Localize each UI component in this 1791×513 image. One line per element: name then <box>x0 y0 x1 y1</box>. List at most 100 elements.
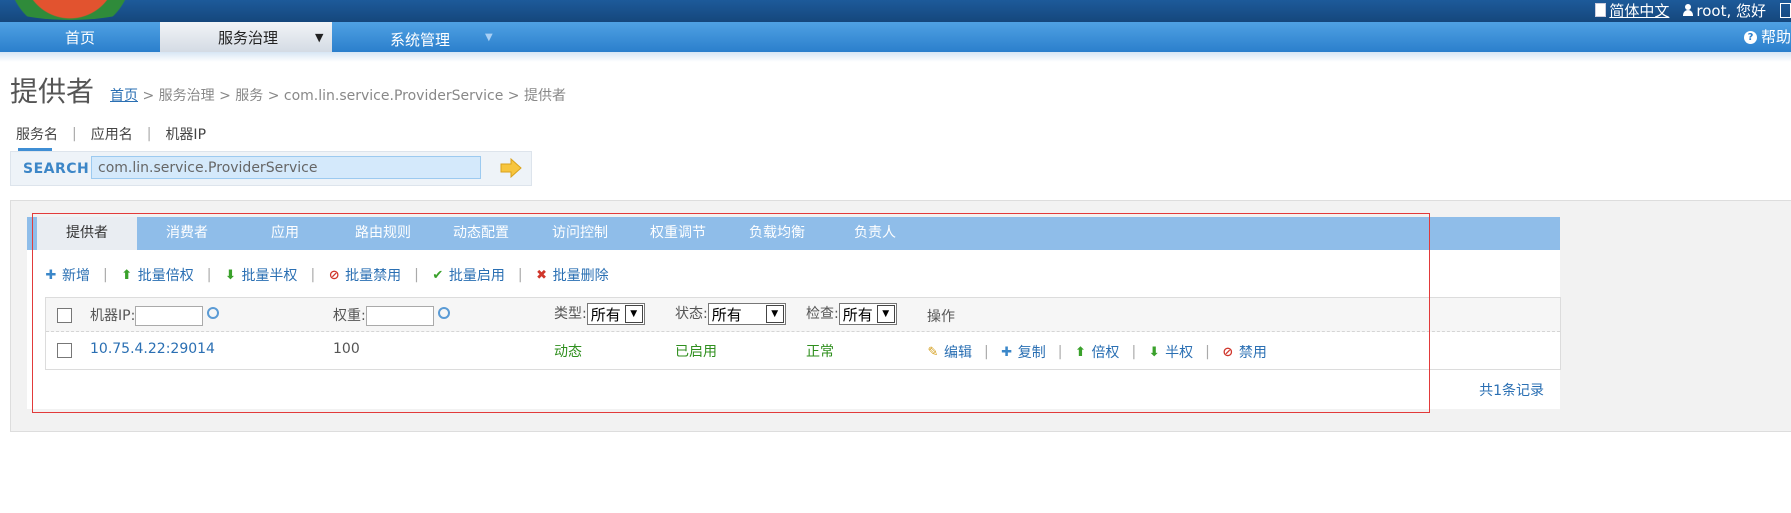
help-icon: ? <box>1743 30 1757 44</box>
plus-icon: ✚ <box>45 267 57 283</box>
divider: | <box>72 126 77 142</box>
copy-button[interactable]: ✚ 复制 <box>1001 342 1045 362</box>
logout-icon <box>1780 2 1791 18</box>
check-filter: 检查: 所有 ▼ <box>806 303 897 325</box>
row-checkbox[interactable] <box>57 343 72 358</box>
weight-filter-input[interactable] <box>365 306 434 326</box>
row-ip-link[interactable]: 10.75.4.22:29014 <box>90 341 215 357</box>
ops-header: 操作 <box>927 309 955 325</box>
tab-applications[interactable]: 应用 <box>235 217 335 250</box>
arrow-up-icon: ⬆ <box>121 267 133 283</box>
tab-load-balance[interactable]: 负载均衡 <box>727 217 827 250</box>
select-all-checkbox[interactable] <box>57 308 72 323</box>
row-type: 动态 <box>554 344 582 360</box>
search-icon[interactable] <box>207 307 220 319</box>
divider: | <box>146 126 152 142</box>
tab-routes[interactable]: 路由规则 <box>333 217 433 250</box>
weight-filter: 权重: <box>333 305 450 326</box>
pencil-icon: ✎ <box>927 344 939 360</box>
divider: | <box>310 267 316 283</box>
status-select[interactable]: 所有 ▼ <box>707 303 786 325</box>
chevron-down-icon: ▼ <box>876 305 895 323</box>
tab-weights[interactable]: 权重调节 <box>628 217 728 250</box>
user-icon <box>1683 4 1694 16</box>
check-select[interactable]: 所有 ▼ <box>838 303 897 325</box>
divider: | <box>414 267 419 283</box>
row-weight: 100 <box>333 341 360 357</box>
double-weight-button[interactable]: ⬆ 倍权 <box>1074 342 1119 362</box>
search-input[interactable] <box>91 156 481 179</box>
tab-access-control[interactable]: 访问控制 <box>530 217 630 250</box>
breadcrumb: 首页 > 服务治理 > 服务 > com.lin.service.Provide… <box>110 85 566 105</box>
search-bar: SEARCH <box>10 151 532 186</box>
nav-home[interactable]: 首页 <box>0 22 160 52</box>
disable-button[interactable]: ⊘ 禁用 <box>1222 342 1266 362</box>
logout-link[interactable] <box>1780 2 1791 18</box>
detail-tabs: 提供者 消费者 应用 路由规则 动态配置 访问控制 权重调节 负载均衡 负责人 <box>27 217 1560 250</box>
table-header-row: 机器IP: 权重: 类型: 所有 ▼ 状态: 所有 ▼ 检查: 所有 ▼ 操作 <box>46 298 1560 332</box>
arrow-down-icon: ⬇ <box>224 267 236 283</box>
divider: | <box>517 267 523 283</box>
panel-content: 提供者 消费者 应用 路由规则 动态配置 访问控制 权重调节 负载均衡 负责人 … <box>27 217 1561 409</box>
nav-system-management[interactable]: 系统管理 ▼ <box>332 22 502 52</box>
row-actions: ✎ 编辑 | ✚ 复制 | ⬆ 倍权 | ⬇ 半权 | ⊘ 禁用 <box>927 342 1267 362</box>
half-weight-button[interactable]: ⬇ 半权 <box>1148 342 1193 362</box>
top-bar: 简体中文 root, 您好 <box>0 0 1791 22</box>
nav-service-governance[interactable]: 服务治理 ▼ <box>160 22 332 52</box>
dropdown-arrow-icon: ▼ <box>315 31 324 44</box>
search-tab-service-name[interactable]: 服务名 <box>16 124 58 151</box>
record-count: 共1条记录 <box>1479 383 1544 399</box>
edit-button[interactable]: ✎ 编辑 <box>927 342 972 362</box>
batch-double-weight-button[interactable]: ⬆ 批量倍权 <box>121 265 193 285</box>
nav-shadow <box>0 52 1791 62</box>
divider: | <box>206 267 212 283</box>
divider: | <box>1057 344 1063 360</box>
chevron-down-icon: ▼ <box>624 305 643 323</box>
delete-x-icon: ✖ <box>536 267 548 283</box>
ip-filter-input[interactable] <box>135 306 204 326</box>
check-icon: ✔ <box>432 267 444 283</box>
add-button[interactable]: ✚ 新增 <box>45 265 90 285</box>
providers-table: 机器IP: 权重: 类型: 所有 ▼ 状态: 所有 ▼ 检查: 所有 ▼ 操作 10.75 <box>45 297 1561 370</box>
help-link[interactable]: ? 帮助 <box>1743 22 1791 52</box>
batch-delete-button[interactable]: ✖ 批量删除 <box>536 265 608 285</box>
top-links: 简体中文 root, 您好 <box>1595 0 1791 20</box>
batch-disable-button[interactable]: ⊘ 批量禁用 <box>328 265 401 285</box>
tab-consumers[interactable]: 消费者 <box>137 217 237 250</box>
chevron-down-icon: ▼ <box>765 305 784 323</box>
tab-dynamic-config[interactable]: 动态配置 <box>431 217 531 250</box>
batch-half-weight-button[interactable]: ⬇ 批量半权 <box>224 265 297 285</box>
search-icon[interactable] <box>437 307 450 319</box>
search-label: SEARCH <box>23 161 90 177</box>
tab-providers[interactable]: 提供者 <box>37 217 137 250</box>
plus-icon: ✚ <box>1001 344 1013 360</box>
search-tab-app-name[interactable]: 应用名 <box>91 124 133 144</box>
main-nav: 首页 服务治理 ▼ 系统管理 ▼ ? 帮助 <box>0 22 1791 52</box>
divider: | <box>984 344 989 360</box>
divider: | <box>103 267 108 283</box>
language-link[interactable]: 简体中文 <box>1595 0 1669 21</box>
ip-filter: 机器IP: <box>90 305 220 326</box>
type-filter: 类型: 所有 ▼ <box>554 303 645 325</box>
divider: | <box>1131 344 1137 360</box>
divider: | <box>1205 344 1210 360</box>
type-select[interactable]: 所有 ▼ <box>586 303 645 325</box>
ban-icon: ⊘ <box>1222 344 1234 360</box>
arrow-down-icon: ⬇ <box>1148 344 1160 360</box>
breadcrumb-path: > 服务治理 > 服务 > com.lin.service.ProviderSe… <box>142 88 566 104</box>
row-check: 正常 <box>806 344 834 360</box>
row-status: 已启用 <box>675 344 717 360</box>
logo <box>0 0 160 20</box>
page-title: 提供者 <box>10 75 95 108</box>
dropdown-arrow-icon: ▼ <box>485 32 493 43</box>
batch-enable-button[interactable]: ✔ 批量启用 <box>432 265 504 285</box>
breadcrumb-home-link[interactable]: 首页 <box>110 88 138 104</box>
search-go-arrow-icon[interactable] <box>499 158 523 178</box>
table-row: 10.75.4.22:29014 100 动态 已启用 正常 ✎ 编辑 | ✚ 复制… <box>46 332 1560 369</box>
action-toolbar: ✚ 新增 | ⬆ 批量倍权 | ⬇ 批量半权 | ⊘ 批量禁用 | ✔ 批量启用 | ✖ 批… <box>45 265 609 285</box>
search-type-tabs: 服务名 | 应用名 | 机器IP <box>16 124 206 151</box>
document-icon <box>1595 3 1607 17</box>
tab-owners[interactable]: 负责人 <box>825 217 925 250</box>
search-tab-machine-ip[interactable]: 机器IP <box>165 124 206 144</box>
user-greeting: root, 您好 <box>1683 0 1766 21</box>
